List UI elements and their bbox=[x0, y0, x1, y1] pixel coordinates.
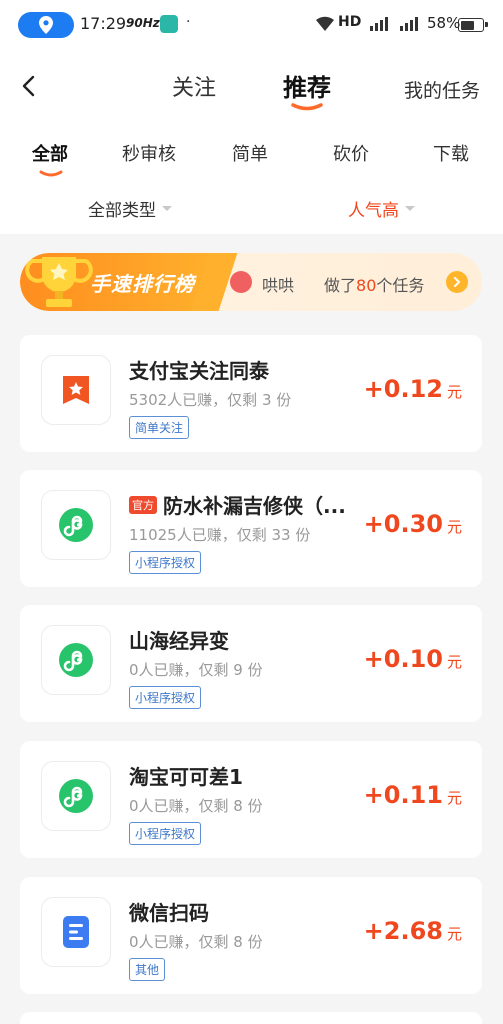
document-icon bbox=[63, 916, 89, 948]
task-title-text: 微信扫码 bbox=[129, 901, 209, 925]
status-bar: 17:29 90Hz · HD 58% bbox=[0, 0, 503, 50]
location-pin-icon bbox=[39, 16, 53, 34]
task-icon-box bbox=[41, 490, 111, 560]
sort-filter-dropdown[interactable]: 人气高 bbox=[348, 196, 415, 221]
battery-icon bbox=[458, 18, 488, 32]
task-reward: +0.11 元 bbox=[364, 781, 462, 809]
rank-user-name: 哄哄 bbox=[262, 276, 295, 295]
official-badge: 官方 bbox=[129, 495, 157, 514]
task-reward: +0.12 元 bbox=[364, 375, 462, 403]
reward-amount: +0.30 bbox=[363, 510, 443, 538]
task-meta: 0人已赚，仅剩 9 份 bbox=[129, 661, 263, 679]
task-meta: 0人已赚，仅剩 8 份 bbox=[129, 797, 263, 815]
task-icon-box bbox=[41, 625, 111, 695]
task-reward: +0.30 元 bbox=[364, 510, 462, 538]
type-filter-label: 全部类型 bbox=[88, 201, 156, 221]
miniprogram-icon bbox=[59, 508, 93, 542]
reward-unit: 元 bbox=[446, 789, 462, 807]
rank-desc-prefix: 做了 bbox=[324, 276, 357, 295]
reward-amount: +0.10 bbox=[363, 645, 443, 673]
reward-amount: +0.12 bbox=[363, 375, 443, 403]
tab-recommend[interactable]: 推荐 bbox=[283, 68, 331, 103]
reward-unit: 元 bbox=[446, 925, 462, 943]
app-notification-icon bbox=[160, 15, 178, 33]
back-arrow-icon[interactable] bbox=[18, 74, 42, 98]
chevron-right-icon[interactable] bbox=[446, 271, 468, 293]
task-card[interactable]: 支付宝关注同泰 5302人已赚，仅剩 3 份 简单关注 +0.12 元 bbox=[20, 335, 482, 452]
reward-unit: 元 bbox=[446, 518, 462, 536]
task-icon-box bbox=[41, 897, 111, 967]
task-meta: 5302人已赚，仅剩 3 份 bbox=[129, 391, 292, 409]
location-pill[interactable] bbox=[18, 12, 74, 38]
rank-desc-suffix: 个任务 bbox=[376, 276, 425, 295]
miniprogram-icon bbox=[59, 643, 93, 677]
task-reward: +2.68 元 bbox=[364, 917, 462, 945]
task-card[interactable]: 淘宝可可差1 0人已赚，仅剩 8 份 小程序授权 +0.11 元 bbox=[20, 741, 482, 858]
task-title-text: 支付宝关注同泰 bbox=[129, 359, 269, 383]
type-filter-dropdown[interactable]: 全部类型 bbox=[88, 196, 172, 221]
task-tag: 其他 bbox=[129, 958, 166, 981]
miniprogram-icon bbox=[59, 779, 93, 813]
task-title: 官方 防水补漏吉修侠（... bbox=[129, 490, 369, 519]
rank-description: 做了80个任务 bbox=[324, 272, 424, 296]
top-panel: 17:29 90Hz · HD 58% 关注 推荐 我的任务 全部 秒审核 简单… bbox=[0, 0, 503, 234]
reward-unit: 元 bbox=[446, 383, 462, 401]
task-title: 支付宝关注同泰 bbox=[129, 355, 369, 384]
task-card[interactable]: 官方 防水补漏吉修侠（... 11025人已赚，仅剩 33 份 小程序授权 +0.… bbox=[20, 470, 482, 587]
refresh-rate: 90Hz bbox=[126, 16, 160, 30]
category-tab-bargain[interactable]: 砍价 bbox=[333, 140, 369, 166]
category-tab-all[interactable]: 全部 bbox=[32, 140, 68, 166]
task-icon-box bbox=[41, 761, 111, 831]
category-tab-download[interactable]: 下载 bbox=[433, 140, 469, 166]
rank-count: 80 bbox=[356, 276, 377, 295]
sort-filter-label: 人气高 bbox=[348, 201, 399, 221]
network-type: HD bbox=[338, 14, 362, 30]
task-reward: +0.10 元 bbox=[364, 645, 462, 673]
reward-amount: +2.68 bbox=[363, 917, 443, 945]
task-title-text: 防水补漏吉修侠（... bbox=[163, 494, 346, 518]
task-tag: 小程序授权 bbox=[129, 686, 202, 709]
task-meta: 11025人已赚，仅剩 33 份 bbox=[129, 526, 311, 544]
task-tag: 简单关注 bbox=[129, 416, 190, 439]
task-meta: 0人已赚，仅剩 8 份 bbox=[129, 933, 263, 951]
task-card-partial[interactable] bbox=[20, 1012, 482, 1024]
task-title-text: 山海经异变 bbox=[129, 629, 229, 653]
category-tab-simple[interactable]: 简单 bbox=[232, 140, 268, 166]
reward-amount: +0.11 bbox=[363, 781, 443, 809]
wifi-icon bbox=[316, 16, 334, 31]
avatar bbox=[230, 271, 252, 293]
task-card[interactable]: 山海经异变 0人已赚，仅剩 9 份 小程序授权 +0.10 元 bbox=[20, 605, 482, 722]
task-tag: 小程序授权 bbox=[129, 551, 202, 574]
task-card[interactable]: 微信扫码 0人已赚，仅剩 8 份 其他 +2.68 元 bbox=[20, 877, 482, 994]
status-time: 17:29 bbox=[80, 14, 127, 33]
caret-down-icon bbox=[162, 206, 172, 211]
battery-percent: 58% bbox=[427, 14, 461, 32]
tab-follow[interactable]: 关注 bbox=[172, 70, 216, 102]
category-tab-quick-review[interactable]: 秒审核 bbox=[122, 140, 176, 166]
signal-icon bbox=[370, 17, 388, 31]
rank-banner[interactable]: 手速排行榜 哄哄 做了80个任务 bbox=[20, 253, 482, 311]
signal-icon-2 bbox=[400, 17, 418, 31]
task-icon-box bbox=[41, 355, 111, 425]
more-dot-icon: · bbox=[186, 14, 191, 30]
caret-down-icon bbox=[405, 206, 415, 211]
task-title: 淘宝可可差1 bbox=[129, 761, 369, 790]
task-title: 微信扫码 bbox=[129, 897, 369, 926]
alipay-star-icon bbox=[63, 376, 89, 404]
reward-unit: 元 bbox=[446, 653, 462, 671]
my-tasks-link[interactable]: 我的任务 bbox=[404, 76, 480, 103]
task-tag: 小程序授权 bbox=[129, 822, 202, 845]
category-underline bbox=[39, 170, 63, 177]
task-title: 山海经异变 bbox=[129, 625, 369, 654]
trophy-icon bbox=[25, 257, 93, 307]
tab-recommend-underline bbox=[291, 103, 323, 111]
task-title-text: 淘宝可可差1 bbox=[129, 765, 243, 789]
rank-banner-title: 手速排行榜 bbox=[90, 272, 195, 296]
